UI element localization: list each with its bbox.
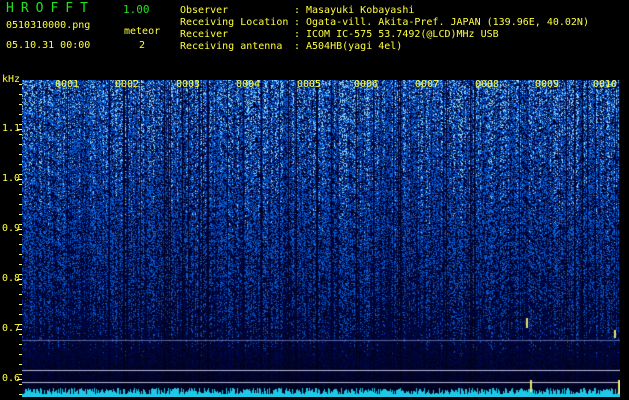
separator: :	[294, 41, 301, 52]
receiver-label: Receiver	[180, 29, 229, 40]
receiver-value: ICOM IC-575 53.7492(@LCD)MHz USB	[306, 29, 499, 40]
spectrogram-canvas	[22, 80, 620, 397]
minute-label: 0002	[115, 79, 140, 90]
minute-label: 0007	[415, 79, 440, 90]
separator: :	[294, 5, 301, 16]
file-name: 0510310000.png	[6, 20, 91, 31]
location-value: Ogata-vill. Akita-Pref. JAPAN (139.96E, …	[306, 17, 589, 28]
minute-label: 0005	[297, 79, 322, 90]
minute-label: 0004	[236, 79, 261, 90]
meteor-count: 2	[139, 40, 146, 51]
minute-label: 0008	[475, 79, 500, 90]
separator: :	[294, 17, 301, 28]
app-title: HROFFT	[6, 1, 95, 16]
app-version: 1.00	[123, 3, 150, 16]
minute-label: 0003	[176, 79, 201, 90]
minute-label: 0010	[593, 79, 618, 90]
minute-label: 0009	[535, 79, 560, 90]
meteor-label: meteor	[124, 26, 161, 37]
observer-label: Observer	[180, 5, 229, 16]
separator: :	[294, 29, 301, 40]
location-label: Receiving Location	[180, 17, 289, 28]
axis-unit: kHz	[2, 74, 21, 85]
antenna-value: A504HB(yagi 4el)	[306, 41, 403, 52]
spectrogram	[22, 80, 620, 397]
minute-label: 0006	[354, 79, 379, 90]
minute-label: 0001	[55, 79, 80, 90]
observer-value: Masayuki Kobayashi	[306, 5, 415, 16]
timestamp: 05.10.31 00:00	[6, 40, 91, 51]
antenna-label: Receiving antenna	[180, 41, 283, 52]
